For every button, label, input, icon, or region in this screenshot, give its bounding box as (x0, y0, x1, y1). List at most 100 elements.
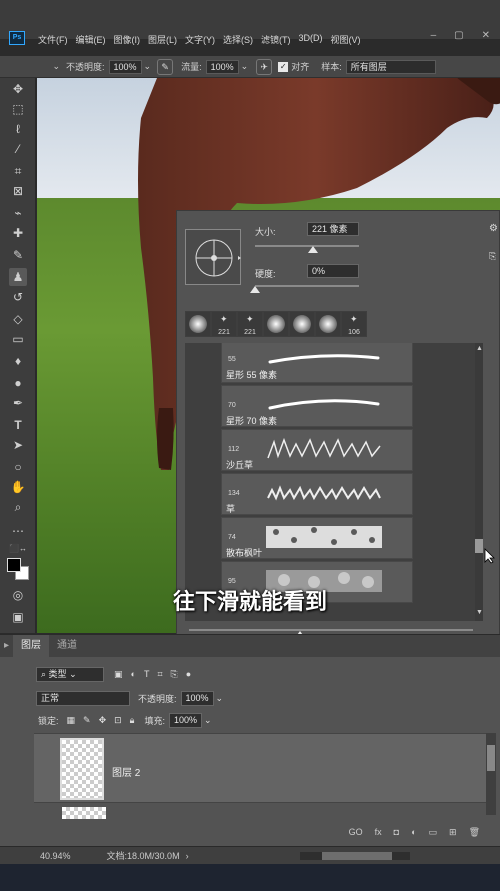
more-tools-icon[interactable]: ⋯ (9, 522, 27, 540)
hardness-slider-track[interactable] (255, 285, 359, 287)
filter-type-icon[interactable]: T (144, 669, 150, 679)
brush-tool-icon[interactable]: ✎ (9, 246, 27, 264)
scroll-up-icon[interactable]: ▲ (476, 345, 483, 352)
recent-brush-soft-round-3[interactable] (290, 312, 314, 336)
opacity-dropdown-icon[interactable]: ⌄ (144, 61, 152, 72)
healing-brush-tool-icon[interactable]: ✚ (9, 224, 27, 242)
layer-filter-select[interactable]: ⌕ 类型 ⌄ (36, 666, 104, 682)
menu-layer[interactable]: 图层(L) (148, 33, 177, 46)
fill-field[interactable]: 100% (168, 712, 203, 728)
align-checkbox[interactable]: ✓ (278, 61, 289, 72)
filter-shape-icon[interactable]: ⌗ (157, 669, 162, 680)
layer-row[interactable]: 图层 2 (34, 733, 486, 803)
brush-item[interactable]: 55 星形 55 像素 (221, 343, 413, 383)
brush-preset-dropdown[interactable]: ⌄ (0, 61, 60, 72)
menu-select[interactable]: 选择(S) (223, 33, 253, 46)
hardness-field[interactable]: 0% (307, 264, 359, 278)
filter-smart-object-icon[interactable]: ⎘ (171, 669, 178, 680)
move-tool-icon[interactable]: ✥ (9, 80, 27, 98)
close-icon[interactable]: ✕ (482, 30, 490, 41)
frame-tool-icon[interactable]: ⊠ (9, 182, 27, 200)
menu-file[interactable]: 文件(F) (38, 33, 68, 46)
clone-stamp-tool-icon[interactable]: ♟ (9, 268, 27, 286)
link-layers-icon[interactable]: GO (349, 827, 363, 837)
panel-settings-icon[interactable]: ⚙ (489, 223, 498, 234)
menu-filter[interactable]: 滤镜(T) (261, 33, 291, 46)
opacity-field[interactable]: 100% (108, 59, 142, 74)
magic-wand-tool-icon[interactable]: ⁄ (9, 140, 27, 158)
shape-tool-icon[interactable]: ○ (9, 458, 27, 476)
default-colors-icon[interactable]: ⬛↔ (9, 540, 27, 558)
brush-tip-preview[interactable] (185, 229, 241, 285)
gradient-tool-icon[interactable]: ▭ (9, 330, 27, 348)
size-field[interactable]: 221 像素 (307, 222, 359, 236)
delete-layer-icon[interactable]: 🗑︎ (469, 827, 480, 838)
layer-name[interactable]: 图层 2 (112, 764, 140, 779)
lasso-tool-icon[interactable]: ℓ (9, 120, 27, 138)
crop-tool-icon[interactable]: ⌗ (9, 162, 27, 180)
eraser-tool-icon[interactable]: ◇ (9, 310, 27, 328)
flow-field[interactable]: 100% (205, 59, 239, 74)
pressure-opacity-icon[interactable]: ✎ (157, 58, 174, 75)
recent-brush-grass-2[interactable]: ✦ 221 (238, 312, 262, 336)
brush-list-scrollbar[interactable] (475, 343, 483, 621)
filter-toggle-icon[interactable]: ● (186, 669, 191, 679)
blur-tool-icon[interactable]: ♦ (9, 352, 27, 370)
menu-edit[interactable]: 编辑(E) (76, 33, 106, 46)
menu-view[interactable]: 视图(V) (331, 33, 361, 46)
fill-dropdown-icon[interactable]: ⌄ (204, 715, 212, 726)
recent-brush-soft-round-2[interactable] (264, 312, 288, 336)
zoom-tool-icon[interactable]: ⌕ (9, 498, 27, 516)
layer-style-icon[interactable]: fx (375, 827, 382, 837)
new-layer-icon[interactable]: ⊞ (449, 827, 457, 838)
history-brush-tool-icon[interactable]: ↺ (9, 288, 27, 306)
canvas-hscrollbar[interactable] (300, 852, 410, 860)
filter-pixel-icon[interactable]: ▣ (114, 669, 123, 680)
brush-list-scroll-thumb[interactable] (475, 539, 483, 553)
flow-dropdown-icon[interactable]: ⌄ (241, 61, 249, 72)
adjustment-layer-icon[interactable]: ◐ (411, 827, 416, 837)
panel-collapse-icon[interactable]: ▸ (0, 635, 13, 657)
canvas-hscroll-thumb[interactable] (322, 852, 392, 860)
new-group-icon[interactable]: ▭ (429, 827, 438, 838)
layer-opacity-field[interactable]: 100% (180, 690, 214, 706)
brush-list[interactable]: 55 星形 55 像素 70 星形 70 像素 112 沙丘草 134 草 74… (185, 343, 483, 621)
zoom-level[interactable]: 40.94% (40, 851, 71, 861)
recent-brush-grass[interactable]: ✦ 221 (212, 312, 236, 336)
recent-brush-soft-round-4[interactable] (316, 312, 340, 336)
brush-item[interactable]: 112 沙丘草 (221, 429, 413, 471)
status-menu-icon[interactable]: › (186, 851, 189, 861)
brush-item[interactable]: 70 星形 70 像素 (221, 385, 413, 427)
eyedropper-tool-icon[interactable]: ⌁ (9, 204, 27, 222)
lock-artboard-icon[interactable]: ⊡ (114, 715, 122, 726)
type-tool-icon[interactable]: T (9, 416, 27, 434)
panel-new-preset-icon[interactable]: ⎘ (489, 251, 496, 262)
lock-pixels-icon[interactable]: ✎ (83, 715, 91, 726)
path-selection-tool-icon[interactable]: ➤ (9, 436, 27, 454)
pen-tool-icon[interactable]: ✒ (9, 394, 27, 412)
sample-select[interactable]: 所有图层 (345, 59, 436, 74)
airbrush-icon[interactable]: ✈ (256, 58, 273, 75)
size-slider-thumb[interactable] (308, 246, 319, 253)
recent-brush-grass-3[interactable]: ✦ 106 (342, 312, 366, 336)
foreground-color-swatch[interactable] (7, 558, 21, 572)
menu-type[interactable]: 文字(Y) (185, 33, 215, 46)
lock-all-icon[interactable]: 🔒︎ (130, 715, 135, 726)
tab-channels[interactable]: 通道 (49, 635, 85, 657)
layers-scroll-thumb[interactable] (487, 745, 495, 771)
filter-adjustment-icon[interactable]: ◐ (131, 669, 136, 679)
blend-mode-select[interactable]: 正常 (36, 690, 130, 706)
menu-3d[interactable]: 3D(D) (299, 33, 323, 46)
maximize-icon[interactable]: ▢ (454, 30, 463, 41)
lock-transparency-icon[interactable]: ▦ (67, 715, 76, 726)
minimize-icon[interactable]: – (431, 30, 437, 41)
brush-item[interactable]: 134 草 (221, 473, 413, 515)
layer-opacity-dropdown-icon[interactable]: ⌄ (216, 693, 224, 704)
hardness-slider-thumb[interactable] (250, 286, 260, 293)
recent-brush-soft-round[interactable] (186, 312, 210, 336)
dodge-tool-icon[interactable]: ● (9, 374, 27, 392)
lock-position-icon[interactable]: ✥ (99, 715, 107, 726)
add-mask-icon[interactable]: ◘ (394, 827, 399, 837)
hand-tool-icon[interactable]: ✋ (9, 478, 27, 496)
tab-layers[interactable]: 图层 (13, 635, 50, 657)
